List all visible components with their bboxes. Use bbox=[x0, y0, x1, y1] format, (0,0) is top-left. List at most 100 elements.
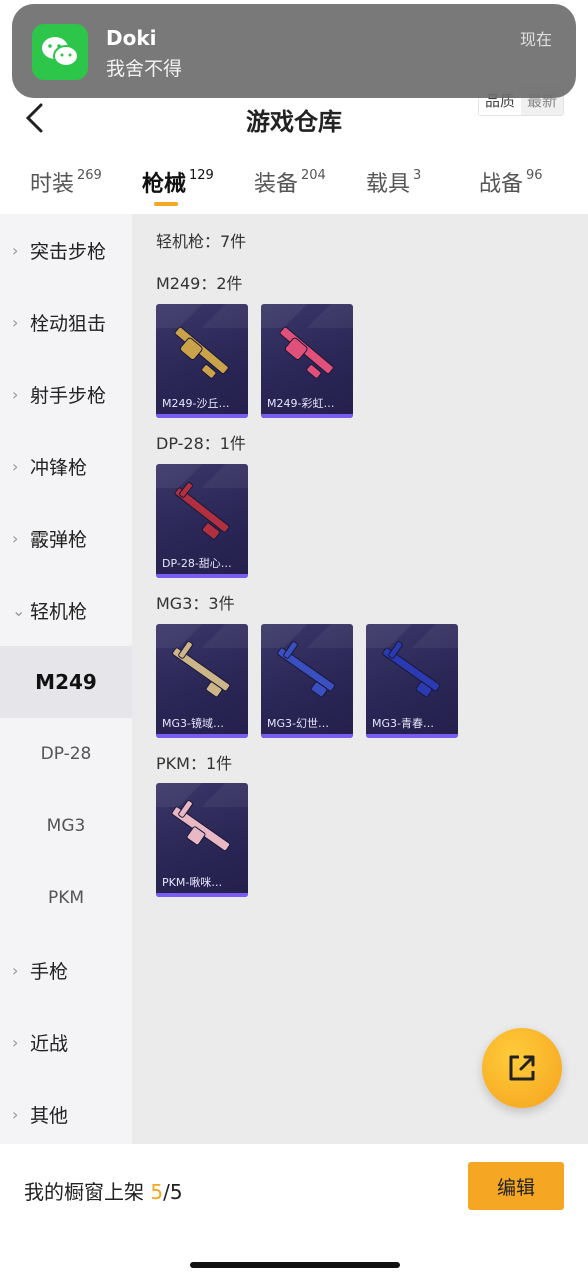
sidebar-item-label: 其他 bbox=[30, 1104, 69, 1127]
tab-label: 装备 bbox=[254, 172, 299, 197]
lmg-skin-icon bbox=[382, 641, 441, 698]
chat-bubbles-icon bbox=[42, 37, 79, 67]
chevron-right-icon: › bbox=[12, 312, 19, 332]
sidebar-subitem-label: DP-28 bbox=[40, 744, 92, 764]
category-tabs: 时装 269 枪械 129 装备 204 载具 3 战备 96 bbox=[0, 150, 588, 214]
weapon-card[interactable]: M249-彩虹… bbox=[261, 304, 353, 418]
tab-label: 战备 bbox=[479, 172, 524, 197]
chevron-right-icon: › bbox=[12, 384, 19, 404]
tab-count: 269 bbox=[77, 167, 102, 183]
sidebar-item-label: 手枪 bbox=[30, 960, 69, 983]
weapon-card[interactable]: DP-28-甜心… bbox=[156, 464, 248, 578]
shelf-current-count: 5 bbox=[150, 1180, 164, 1204]
tab-label: 时装 bbox=[30, 172, 75, 197]
weapon-category-sidebar: › 突击步枪 › 栓动狙击 › 射手步枪 › 冲锋枪 › 霰弹枪 ⌄ 轻机枪 M… bbox=[0, 214, 132, 1144]
sidebar-item-label: 射手步枪 bbox=[30, 384, 107, 407]
active-tab-indicator bbox=[154, 202, 178, 206]
tab-vehicles[interactable]: 载具 3 bbox=[366, 166, 421, 198]
chevron-right-icon: › bbox=[12, 528, 19, 548]
share-icon bbox=[509, 1055, 535, 1081]
showcase-shelf-count: 我的橱窗上架 5/5 bbox=[24, 1176, 183, 1205]
tab-label: 枪械 bbox=[142, 172, 187, 197]
tab-supplies[interactable]: 战备 96 bbox=[479, 166, 543, 198]
bottom-bar: 我的橱窗上架 5/5 编辑 bbox=[0, 1144, 588, 1280]
rarity-bar bbox=[156, 574, 248, 578]
tab-count: 204 bbox=[301, 167, 326, 183]
tab-firearms[interactable]: 枪械 129 bbox=[142, 166, 214, 198]
rarity-bar bbox=[366, 734, 458, 738]
tab-label: 载具 bbox=[366, 172, 411, 197]
sidebar-item-other[interactable]: › 其他 bbox=[0, 1078, 132, 1150]
weapon-card-caption: M249-彩虹… bbox=[267, 397, 335, 410]
weapon-card[interactable]: MG3-幻世… bbox=[261, 624, 353, 738]
sidebar-subitem-mg3[interactable]: MG3 bbox=[0, 790, 132, 862]
sidebar-item-label: 栓动狙击 bbox=[30, 312, 107, 335]
sidebar-subitem-pkm[interactable]: PKM bbox=[0, 862, 132, 934]
sidebar-item-label: 轻机枪 bbox=[30, 600, 88, 623]
sidebar-item-assault-rifle[interactable]: › 突击步枪 bbox=[0, 214, 132, 286]
weapon-card-caption: MG3-镜域… bbox=[162, 717, 224, 730]
sidebar-item-marksman-rifle[interactable]: › 射手步枪 bbox=[0, 358, 132, 430]
sidebar-subitem-label: M249 bbox=[35, 670, 97, 694]
rarity-bar bbox=[261, 414, 353, 418]
rarity-bar bbox=[156, 893, 248, 897]
weapon-card[interactable]: M249-沙丘… bbox=[156, 304, 248, 418]
weapon-card-caption: M249-沙丘… bbox=[162, 397, 230, 410]
sidebar-subitem-label: MG3 bbox=[46, 816, 86, 836]
sidebar-item-label: 霰弹枪 bbox=[30, 528, 88, 551]
weapon-card[interactable]: PKM-啾咪… bbox=[156, 783, 248, 897]
sidebar-item-lmg[interactable]: ⌄ 轻机枪 bbox=[0, 574, 132, 646]
lmg-skin-icon bbox=[174, 482, 230, 540]
sidebar-item-label: 突击步枪 bbox=[30, 240, 107, 263]
home-indicator[interactable] bbox=[190, 1262, 400, 1268]
tab-fashion[interactable]: 时装 269 bbox=[30, 166, 102, 198]
sidebar-item-label: 冲锋枪 bbox=[30, 456, 88, 479]
tab-equipment[interactable]: 装备 204 bbox=[254, 166, 326, 198]
tab-count: 129 bbox=[189, 167, 214, 183]
tab-count: 3 bbox=[413, 167, 422, 183]
push-notification[interactable]: Doki 我舍不得 现在 bbox=[12, 4, 576, 98]
shelf-total-count: /5 bbox=[163, 1180, 183, 1204]
wechat-icon bbox=[32, 24, 88, 80]
group-title-pkm: PKM：1件 bbox=[156, 754, 233, 773]
chevron-right-icon: › bbox=[12, 1032, 19, 1052]
chevron-right-icon: › bbox=[12, 240, 19, 260]
sidebar-subitem-dp28[interactable]: DP-28 bbox=[0, 718, 132, 790]
group-title-dp28: DP-28：1件 bbox=[156, 434, 246, 453]
sidebar-item-pistol[interactable]: › 手枪 bbox=[0, 934, 132, 1006]
weapon-card-caption: MG3-青春… bbox=[372, 717, 434, 730]
chevron-down-icon: ⌄ bbox=[12, 600, 26, 620]
sidebar-subitem-label: PKM bbox=[47, 888, 85, 908]
sidebar-item-melee[interactable]: › 近战 bbox=[0, 1006, 132, 1078]
rarity-bar bbox=[261, 734, 353, 738]
weapon-card-caption: PKM-啾咪… bbox=[162, 876, 223, 889]
weapon-card-caption: DP-28-甜心… bbox=[162, 557, 232, 570]
group-title-m249: M249：2件 bbox=[156, 274, 243, 293]
lmg-skin-icon bbox=[172, 641, 231, 698]
lmg-skin-icon bbox=[171, 800, 231, 852]
lmg-skin-icon bbox=[174, 326, 229, 379]
shelf-label-text: 我的橱窗上架 bbox=[24, 1180, 144, 1204]
lmg-skin-icon bbox=[279, 326, 334, 379]
weapon-card[interactable]: MG3-青春… bbox=[366, 624, 458, 738]
chevron-right-icon: › bbox=[12, 456, 19, 476]
weapon-card[interactable]: MG3-镜域… bbox=[156, 624, 248, 738]
rarity-bar bbox=[156, 734, 248, 738]
sidebar-item-bolt-sniper[interactable]: › 栓动狙击 bbox=[0, 286, 132, 358]
sidebar-item-shotgun[interactable]: › 霰弹枪 bbox=[0, 502, 132, 574]
category-summary: 轻机枪：7件 bbox=[156, 232, 247, 251]
notification-time: 现在 bbox=[519, 30, 552, 49]
sidebar-subitem-m249[interactable]: M249 bbox=[0, 646, 132, 718]
notification-body: 我舍不得 bbox=[106, 58, 183, 80]
chevron-right-icon: › bbox=[12, 960, 19, 980]
rarity-bar bbox=[156, 414, 248, 418]
share-button[interactable] bbox=[482, 1028, 562, 1108]
lmg-skin-icon bbox=[277, 641, 336, 698]
sidebar-item-smg[interactable]: › 冲锋枪 bbox=[0, 430, 132, 502]
sidebar-item-label: 近战 bbox=[30, 1032, 69, 1055]
edit-button[interactable]: 编辑 bbox=[468, 1162, 564, 1210]
weapon-card-caption: MG3-幻世… bbox=[267, 717, 329, 730]
notification-title: Doki bbox=[106, 26, 157, 50]
weapon-list-panel: 轻机枪：7件 M249：2件 M249-沙丘… M249-彩虹… DP-28：1… bbox=[132, 214, 588, 1144]
tab-count: 96 bbox=[526, 167, 543, 183]
